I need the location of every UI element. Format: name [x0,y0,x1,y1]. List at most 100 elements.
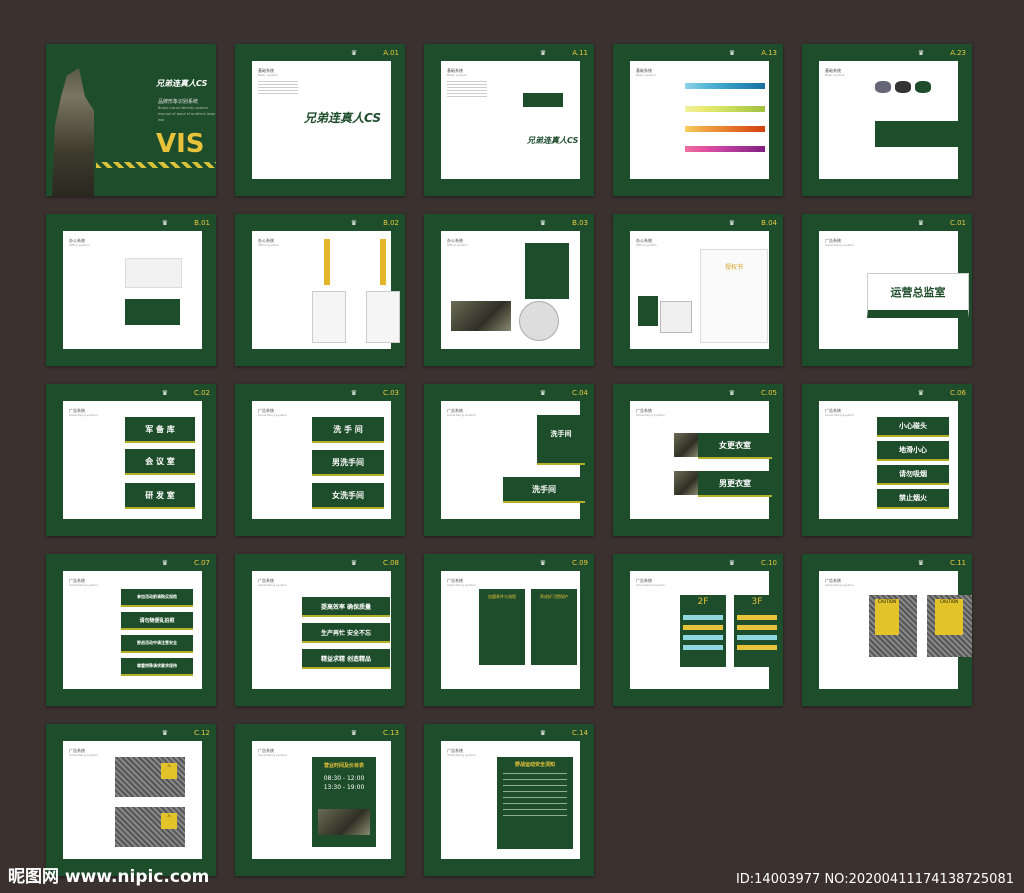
crown-icon: ♛ [539,558,546,567]
sign-armory: 军 备 库 [125,417,195,443]
page-b03: ♛ B.03 办公系统 Office system [424,214,594,366]
page-c08: ♛ C.08 广告系统 Advertising system 提高效率 确保质量 生… [235,554,405,706]
sign-office: 运营总监室 [867,273,969,318]
page-c05: ♛ C.05 广告系统 Advertising system 女更衣室 男更衣室 [613,384,783,536]
crown-icon: ♛ [350,388,357,397]
sign-production-safety: 生产再忙 安全不忘 [302,623,390,643]
page-b01: ♛ B.01 办公系统 Office system [46,214,216,366]
page-code: C.12 [193,728,210,737]
cover-title-en: Brand visual identity system manual of b… [158,106,216,122]
page-code: B.02 [383,218,399,227]
page-code: C.01 [949,218,966,227]
page-code: A.13 [761,48,777,57]
watermark-left: 昵图网 www.nipic.com [8,867,210,887]
floor-3f: 3F [751,597,763,607]
cover-vis: VIS [156,129,205,159]
sign-no-photo: 请勿随便乱拍照 [121,612,193,630]
page-code: C.02 [193,388,210,397]
hazard-triangle-icon: ⚠ [161,763,177,779]
sign-insurance: 参加活动前请购买保险 [121,589,193,607]
safety-title: 野战运动安全须知 [514,762,555,768]
crown-icon: ♛ [917,558,924,567]
hazard-stripe [96,162,216,168]
page-b02: ♛ B.02 办公系统 Office system [235,214,405,366]
page-code: A.23 [950,48,966,57]
sign-mind-head: 小心碰头 [877,417,949,437]
page-code: C.13 [382,728,399,737]
caution-sign-1: CAUTION [875,599,899,635]
crown-icon: ♛ [350,48,358,57]
page-code: C.11 [949,558,966,567]
cover-logo: 兄弟连真人CS [156,79,208,88]
sign-toilet-vertical: 洗手间 [537,415,585,465]
crown-icon: ♛ [161,388,168,397]
sign-men-toilet: 男洗手间 [312,450,384,476]
sign-efficiency: 提高效率 确保质量 [302,597,390,617]
page-c11: ♛ C.11 广告系统 Advertising system CAUTION CAU… [802,554,972,706]
crown-icon: ♛ [350,728,357,737]
sign-safety: 野战活动中请注意安全 [121,635,193,653]
award-title: 授权书 [724,264,743,271]
crown-icon: ♛ [161,728,168,737]
page-c02: ♛ C.02 广告系统 Advertising system 军 备 库 会 议 室… [46,384,216,536]
hours-pm: 13:30 - 19:00 [323,784,365,791]
crown-icon: ♛ [917,218,924,227]
crown-icon: ♛ [728,558,735,567]
watermark-right: ID:14003977 NO:20200411174138725081 [735,872,1014,887]
page-header: ♛ A.01 [235,44,405,61]
page-code: C.10 [760,558,777,567]
page-c01: ♛ C.01 广告系统 Advertising system 运营总监室 [802,214,972,366]
crown-icon: ♛ [917,388,924,397]
page-a01: ♛ A.01 基础系统 Basic system 兄弟连真人CS [235,44,405,196]
page-c06: ♛ C.06 广告系统 Advertising system 小心碰头 地滑小心 请… [802,384,972,536]
page-body: 基础系统 Basic system 兄弟连真人CS [252,61,391,179]
brand-logo: 兄弟连真人CS [527,136,579,145]
crown-icon: ♛ [350,558,357,567]
sign-toilet-horizontal: 洗手间 [503,477,585,503]
page-c09: ♛ C.09 广告系统 Advertising system 加盟条件与流程 养成好… [424,554,594,706]
section-title: 基础系统 Basic system [258,68,278,77]
crown-icon: ♛ [161,218,169,227]
crown-icon: ♛ [728,388,735,397]
crown-icon: ♛ [539,388,546,397]
crown-icon: ♛ [539,728,546,737]
page-code: C.05 [760,388,777,397]
page-c07: ♛ C.07 广告系统 Advertising system 参加活动前请购买保险 … [46,554,216,706]
page-c04: ♛ C.04 广告系统 Advertising system 洗手间 洗手间 [424,384,594,536]
page-code: C.14 [571,728,588,737]
crown-icon: ♛ [728,218,736,227]
sign-women-toilet: 女洗手间 [312,483,384,509]
page-code: A.11 [572,48,588,57]
page-a23: ♛ A.23 基础系统 Basic system [802,44,972,196]
poster-title-2: 养成好习惯保护 [540,594,568,599]
cover-title: 品牌形象识别系统 Brand visual identity system ma… [158,99,216,123]
page-a11: ♛ A.11 基础系统 Basic system 兄弟连真人CS [424,44,594,196]
cover-page: 兄弟连真人CS 品牌形象识别系统 Brand visual identity s… [46,44,216,196]
sign-excellence: 精益求精 创造精品 [302,649,390,669]
crown-icon: ♛ [161,558,168,567]
page-c13: ♛ C.13 广告系统 Advertising system 营业时间及价目表 08… [235,724,405,876]
crown-icon: ♛ [917,48,925,57]
page-code: A.01 [383,48,399,57]
sign-no-fire: 禁止烟火 [877,489,949,509]
brand-logo: 兄弟连真人CS [304,111,382,125]
sign-no-smoking: 请勿吸烟 [877,465,949,485]
page-code: C.04 [571,388,588,397]
page-code: C.03 [382,388,399,397]
soldier-image [52,68,94,196]
sign-toilet: 洗 手 间 [312,417,384,443]
poster-title-1: 加盟条件与流程 [488,594,516,599]
sign-meeting-room: 会 议 室 [125,449,195,475]
page-code: C.08 [382,558,399,567]
page-code: C.06 [949,388,966,397]
crown-icon: ♛ [350,218,358,227]
page-c03: ♛ C.03 广告系统 Advertising system 洗 手 间 男洗手间 … [235,384,405,536]
page-c10: ♛ C.10 广告系统 Advertising system 2F 3F [613,554,783,706]
page-code: B.01 [194,218,210,227]
page-c14: ♛ C.14 广告系统 Advertising system 野战运动安全须知 [424,724,594,876]
hours-title: 营业时间及价目表 [323,763,364,769]
hours-am: 08:30 - 12:00 [323,775,365,782]
page-code: B.04 [761,218,777,227]
sign-respect: 尊重特殊请求要求保持 [121,658,193,676]
sign-women-locker: 女更衣室 [698,433,772,459]
